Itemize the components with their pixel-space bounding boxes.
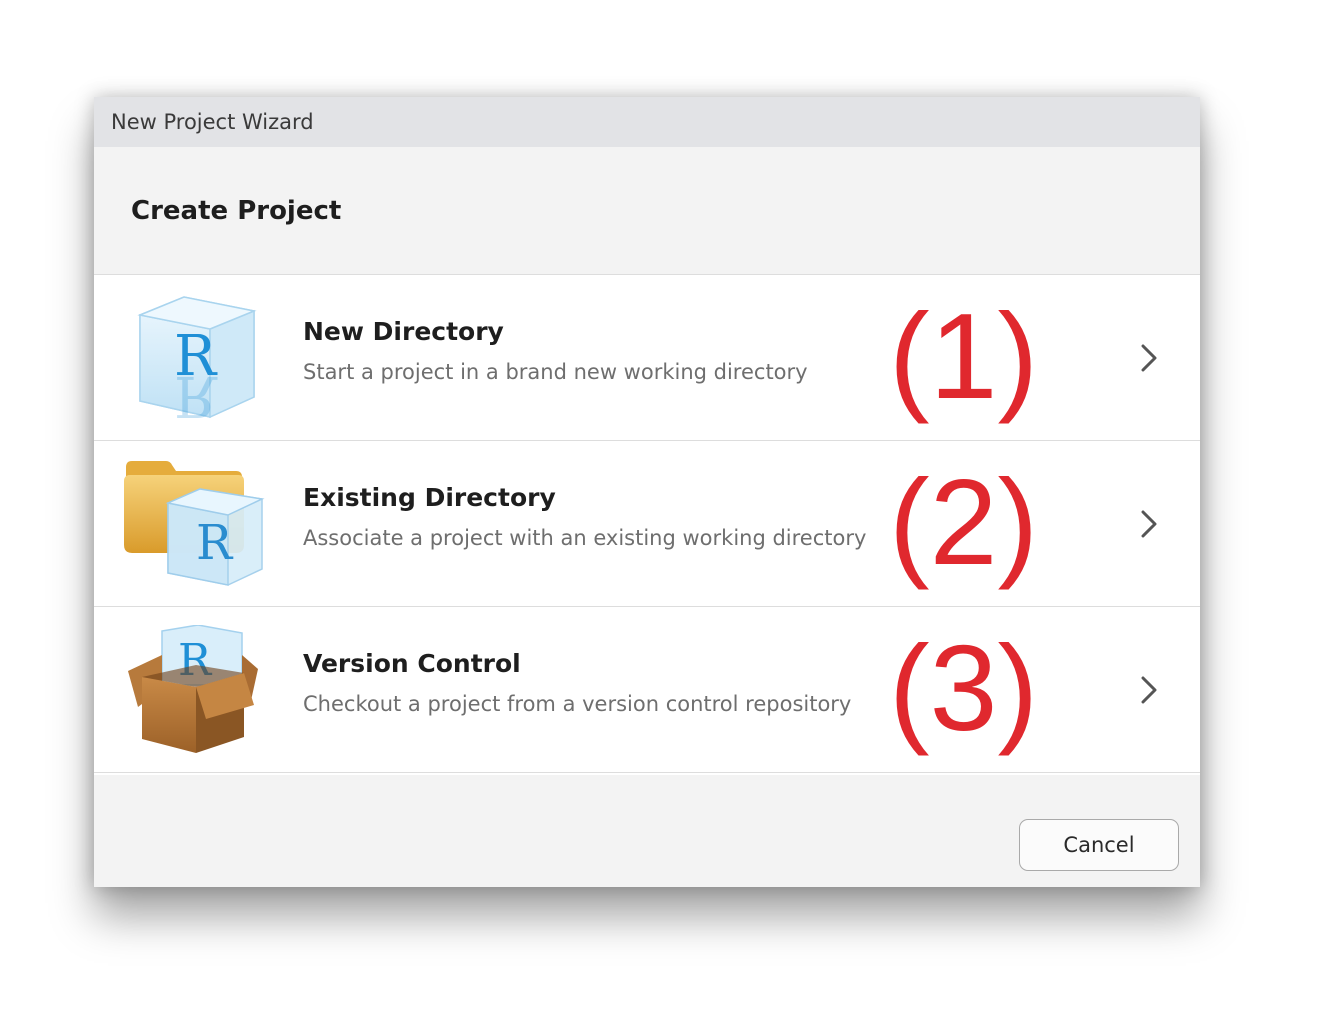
option-name: Existing Directory	[303, 483, 556, 512]
annotation-number: (1)	[889, 288, 1039, 424]
r-project-cube-icon: R R	[137, 296, 257, 423]
option-new-directory[interactable]: R R New Directory Start a project in a b…	[94, 275, 1200, 441]
cancel-button[interactable]: Cancel	[1019, 819, 1179, 871]
option-existing-directory[interactable]: R Existing Directory Associate a project…	[94, 441, 1200, 607]
option-name: New Directory	[303, 317, 504, 346]
new-project-wizard-dialog: New Project Wizard Create Project R R Ne…	[94, 97, 1200, 887]
chevron-right-icon	[1141, 676, 1157, 704]
cardboard-box-r-project-icon: R	[128, 625, 258, 753]
option-description: Checkout a project from a version contro…	[303, 692, 852, 716]
svg-text:R: R	[196, 515, 234, 571]
chevron-right-icon	[1141, 344, 1157, 372]
page-title: Create Project	[131, 195, 342, 226]
wizard-header: Create Project	[94, 147, 1200, 275]
option-description: Associate a project with an existing wor…	[303, 526, 867, 550]
chevron-right-icon	[1141, 510, 1157, 538]
option-text: New Directory Start a project in a brand…	[303, 317, 808, 384]
option-name: Version Control	[303, 649, 521, 678]
annotation-number: (3)	[889, 620, 1039, 756]
folder-r-project-icon: R	[124, 461, 265, 586]
dialog-footer: Cancel	[94, 775, 1200, 887]
annotation-number: (2)	[889, 454, 1039, 590]
option-text: Version Control Checkout a project from …	[303, 649, 851, 716]
window-title: New Project Wizard	[111, 110, 314, 134]
option-description: Start a project in a brand new working d…	[303, 360, 808, 384]
option-version-control[interactable]: R Version Control Checkout a project fro…	[94, 607, 1200, 773]
option-text: Existing Directory Associate a project w…	[303, 483, 866, 550]
window-titlebar: New Project Wizard	[94, 97, 1200, 147]
svg-text:R: R	[174, 363, 218, 423]
